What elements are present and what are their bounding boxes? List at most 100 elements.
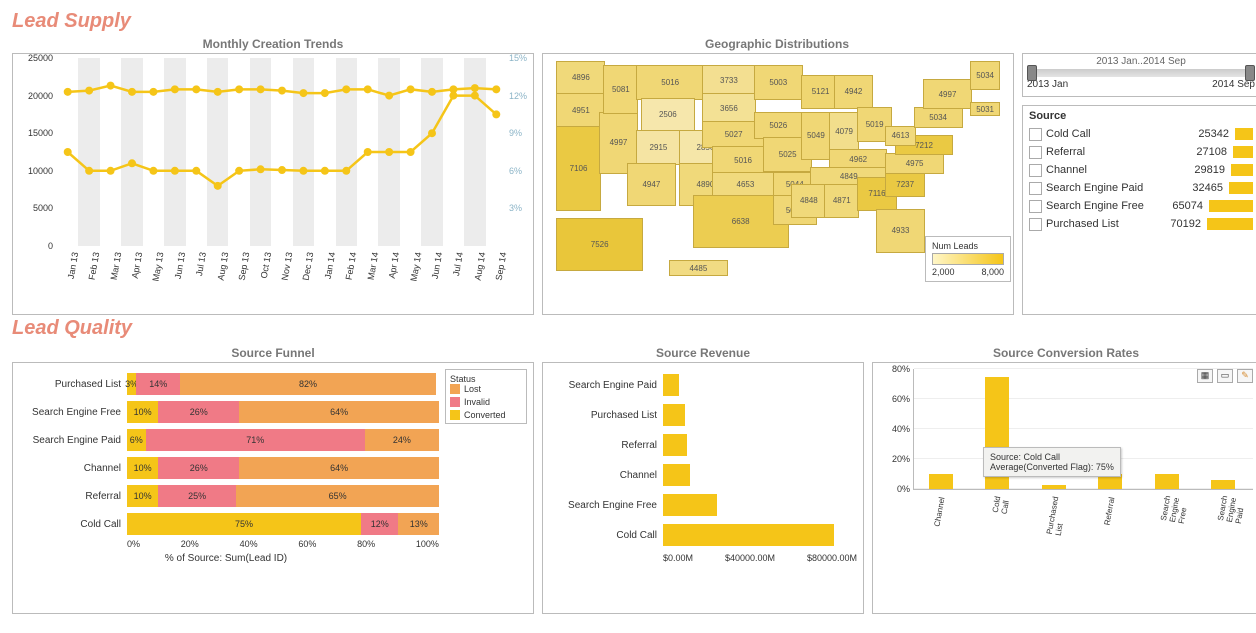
section-title-supply: Lead Supply [12, 10, 1256, 33]
map-state[interactable]: 5034 [914, 107, 963, 128]
map-state[interactable]: 4997 [923, 79, 972, 109]
map-legend-max: 8,000 [981, 267, 1004, 277]
map-state[interactable]: 5049 [801, 112, 831, 160]
map-state[interactable]: 5031 [970, 102, 1000, 116]
map-state[interactable]: 4942 [834, 75, 874, 109]
source-name: Cold Call [1046, 128, 1189, 140]
map-state[interactable]: 2506 [641, 98, 695, 132]
map-state[interactable]: 4485 [669, 260, 727, 276]
revenue-category: Search Engine Free [549, 500, 663, 511]
map-state[interactable]: 4871 [824, 184, 859, 218]
map-state[interactable]: 4933 [876, 209, 925, 253]
source-name: Purchased List [1046, 218, 1161, 230]
geo-map[interactable]: Num Leads 2,0008,000 4896495171064997508… [542, 53, 1014, 315]
checkbox-icon[interactable] [1029, 182, 1042, 195]
conversion-title: Source Conversion Rates [872, 346, 1256, 360]
source-funnel-chart[interactable]: Source Funnel Purchased List3%14%82%Sear… [12, 346, 534, 614]
checkbox-icon[interactable] [1029, 164, 1042, 177]
source-value: 32465 [1183, 182, 1223, 194]
source-bar [1229, 182, 1253, 194]
source-filter-row[interactable]: Channel29819 [1029, 162, 1253, 178]
source-bar [1231, 164, 1253, 176]
map-legend: Num Leads 2,0008,000 [925, 236, 1011, 282]
funnel-legend: Status LostInvalidConverted [445, 369, 527, 424]
map-state[interactable]: 4896 [556, 61, 605, 95]
checkbox-icon[interactable] [1029, 200, 1042, 213]
revenue-title: Source Revenue [542, 346, 864, 360]
revenue-row[interactable]: Cold Call [549, 521, 857, 549]
date-range-slider[interactable]: 2013 Jan..2014 Sep 2013 Jan 2014 Sep [1022, 53, 1256, 97]
monthly-trends-chart[interactable]: Monthly Creation Trends Leads Created % … [12, 37, 534, 315]
revenue-category: Purchased List [549, 410, 663, 421]
source-filter-row[interactable]: Search Engine Free65074 [1029, 198, 1253, 214]
funnel-seg-converted: 10% [127, 401, 158, 423]
funnel-row[interactable]: Cold Call75%12%13% [13, 511, 439, 537]
checkbox-icon[interactable] [1029, 128, 1042, 141]
map-state[interactable]: 5003 [754, 65, 803, 99]
map-state[interactable]: 4975 [885, 153, 943, 174]
conversion-xlabel: Referral [1103, 496, 1117, 526]
map-state[interactable]: 3656 [702, 93, 756, 123]
source-filter-row[interactable]: Cold Call25342 [1029, 126, 1253, 142]
source-filter-row[interactable]: Referral27108 [1029, 144, 1253, 160]
checkbox-icon[interactable] [1029, 146, 1042, 159]
map-state[interactable]: 7526 [556, 218, 643, 271]
source-bar [1235, 128, 1253, 140]
funnel-row[interactable]: Search Engine Free10%26%64% [13, 399, 439, 425]
revenue-row[interactable]: Channel [549, 461, 857, 489]
map-state[interactable]: 5081 [603, 65, 638, 113]
source-revenue-chart[interactable]: Source Revenue Search Engine Paid Purchas… [542, 346, 864, 614]
revenue-row[interactable]: Referral [549, 431, 857, 459]
revenue-bar [663, 524, 834, 546]
funnel-row[interactable]: Search Engine Paid6%71%24% [13, 427, 439, 453]
revenue-category: Search Engine Paid [549, 380, 663, 391]
conversion-bar[interactable] [929, 474, 953, 489]
section-title-quality: Lead Quality [12, 317, 1256, 340]
source-bar [1233, 146, 1253, 158]
map-state[interactable]: 4848 [791, 184, 826, 218]
funnel-seg-converted: 75% [127, 513, 361, 535]
map-state[interactable]: 4947 [627, 163, 676, 207]
funnel-legend-title: Status [450, 374, 522, 384]
revenue-bar [663, 434, 687, 456]
source-filter-row[interactable]: Purchased List70192 [1029, 216, 1253, 232]
monthly-trends-title: Monthly Creation Trends [12, 37, 534, 51]
map-state[interactable]: 5016 [636, 65, 704, 99]
funnel-seg-converted: 10% [127, 485, 158, 507]
funnel-category: Channel [13, 463, 127, 474]
revenue-row[interactable]: Purchased List [549, 401, 857, 429]
funnel-category: Search Engine Paid [13, 435, 127, 446]
funnel-title: Source Funnel [12, 346, 534, 360]
funnel-seg-invalid: 14% [136, 373, 180, 395]
map-state[interactable]: 4079 [829, 112, 859, 151]
conversion-xlabel: Channel [933, 496, 947, 527]
conversion-bar[interactable] [1155, 474, 1179, 489]
funnel-seg-converted: 10% [127, 457, 158, 479]
map-state[interactable]: 4962 [829, 149, 887, 170]
conversion-bar[interactable] [1042, 485, 1066, 490]
funnel-row[interactable]: Purchased List3%14%82% [13, 371, 439, 397]
revenue-row[interactable]: Search Engine Free [549, 491, 857, 519]
revenue-category: Channel [549, 470, 663, 481]
map-state[interactable]: 7106 [556, 126, 600, 212]
funnel-seg-lost: 65% [236, 485, 439, 507]
funnel-row[interactable]: Referral10%25%65% [13, 483, 439, 509]
map-state[interactable]: 4653 [712, 172, 780, 197]
funnel-seg-lost: 24% [365, 429, 439, 451]
conversion-xlabel: Cold Call [991, 496, 1012, 515]
checkbox-icon[interactable] [1029, 218, 1042, 231]
funnel-row[interactable]: Channel10%26%64% [13, 455, 439, 481]
map-state[interactable]: 4613 [885, 126, 915, 147]
map-state[interactable]: 5026 [754, 112, 803, 140]
conversion-xlabel: Purchased List [1045, 496, 1069, 537]
map-state[interactable]: 5034 [970, 61, 1000, 91]
map-state[interactable]: 3733 [702, 65, 756, 95]
source-conversion-chart[interactable]: Source Conversion Rates ▦ ▭ ✎ 80%60%40%2… [872, 346, 1256, 614]
source-value: 65074 [1163, 200, 1203, 212]
source-name: Search Engine Paid [1046, 182, 1183, 194]
conversion-bar[interactable] [1211, 480, 1235, 489]
revenue-row[interactable]: Search Engine Paid [549, 371, 857, 399]
map-state[interactable]: 2915 [636, 130, 680, 164]
map-state[interactable]: 7237 [885, 172, 925, 197]
source-filter-row[interactable]: Search Engine Paid32465 [1029, 180, 1253, 196]
